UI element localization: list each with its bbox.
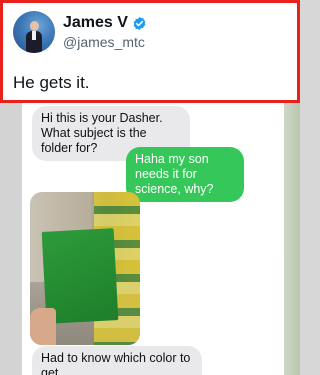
message-incoming: Had to know which color to get [32,346,202,375]
chat-screenshot: Hi this is your Dasher. What subject is … [22,103,284,375]
tweet-text: He gets it. [13,73,90,92]
screen: James V @james_mtc He gets it. Hi this i… [0,0,300,375]
author-row: James V [63,14,147,32]
avatar-head [30,21,39,31]
photo-message[interactable] [30,192,140,345]
message-outgoing: Haha my son needs it for science, why? [126,147,244,202]
tweet-card[interactable]: James V @james_mtc He gets it. [0,0,300,103]
photo-hand [30,308,56,345]
author-name[interactable]: James V [63,14,128,32]
background-right [284,103,300,375]
avatar-shirt [32,31,36,40]
avatar[interactable] [13,11,55,53]
verified-badge-icon [133,16,146,30]
background-left [0,103,22,375]
author-handle[interactable]: @james_mtc [63,34,145,50]
